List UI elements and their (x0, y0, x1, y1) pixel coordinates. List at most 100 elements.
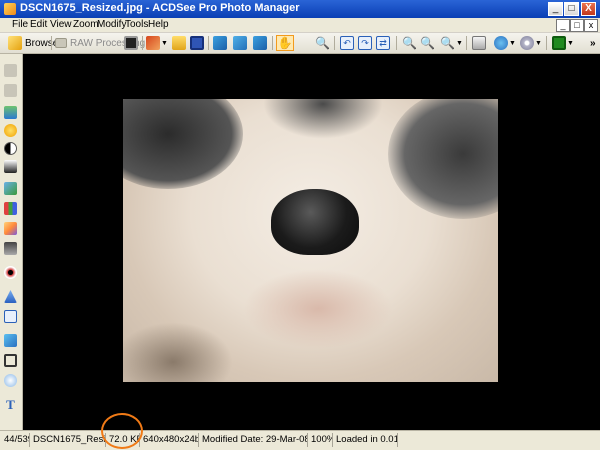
dropdown-arrow-icon: ▼ (535, 39, 542, 47)
mdi-close-button[interactable]: x (584, 19, 598, 32)
slideshow-button[interactable]: ▼ (552, 35, 574, 51)
levels-icon[interactable] (4, 160, 17, 173)
menu-bar: File Edit View Zoom Modify Tools Help _ … (0, 18, 600, 33)
title-bar: DSCN1675_Resized.jpg - ACDSee Pro Photo … (0, 0, 600, 18)
rotate-right-icon: ↷ (358, 36, 372, 50)
crop-icon[interactable] (4, 354, 17, 367)
undo-icon[interactable] (4, 64, 17, 77)
image-action-button[interactable] (233, 35, 247, 51)
rotate-icon[interactable] (4, 374, 17, 387)
menu-zoom[interactable]: Zoom (73, 18, 99, 32)
printer-icon (472, 36, 486, 50)
image-viewer[interactable] (23, 54, 600, 430)
print-button[interactable] (472, 35, 486, 51)
toolbar-separator (51, 36, 52, 50)
dropdown-arrow-icon: ▼ (509, 39, 516, 47)
zoom-out-button[interactable]: 🔍 (420, 35, 435, 51)
menu-modify[interactable]: Modify (97, 18, 126, 32)
share-button[interactable]: ▼ (494, 35, 516, 51)
mdi-restore-button[interactable]: □ (570, 19, 584, 32)
disc-icon (520, 36, 534, 50)
rotate-left-button[interactable]: ↶ (340, 35, 354, 51)
fullscreen-icon (124, 36, 138, 50)
previous-image-button[interactable] (213, 35, 227, 51)
rotate-left-icon: ↶ (340, 36, 354, 50)
toolbar-overflow-button[interactable]: » (590, 35, 596, 51)
noise-icon[interactable] (4, 310, 17, 323)
toolbar: Browse RAW Processing ▼ ✋ 🔍 ↶ ↷ ⇄ 🔍 🔍 🔍 ▼… (0, 33, 600, 54)
toolbar-separator (334, 36, 335, 50)
photo-icon[interactable] (4, 182, 17, 195)
hand-icon: ✋ (277, 36, 293, 50)
browse-icon (8, 36, 22, 50)
app-icon (4, 3, 16, 15)
edit-tools-button[interactable]: ▼ (146, 35, 168, 51)
status-modified-date: Modified Date: 29-Mar-08 00:17:18 (202, 433, 308, 447)
dog-nose (271, 189, 359, 255)
window-title: DSCN1675_Resized.jpg - ACDSee Pro Photo … (20, 2, 300, 14)
maximize-button[interactable]: □ (564, 2, 579, 16)
next-image-button[interactable] (253, 35, 267, 51)
burn-disc-button[interactable]: ▼ (520, 35, 542, 51)
status-filename: DSCN1675_Resized.jpg (33, 433, 106, 447)
image-action-icon (233, 36, 247, 50)
fullscreen-button[interactable] (124, 35, 138, 51)
color-balance-icon[interactable] (4, 202, 17, 215)
browse-label: Browse (25, 37, 59, 49)
edit-brush-icon (146, 36, 160, 50)
save-disk-icon (190, 36, 204, 50)
status-zoom: 100% (311, 433, 333, 447)
dropdown-arrow-icon: ▼ (161, 39, 168, 47)
mdi-minimize-button[interactable]: _ (556, 19, 570, 32)
save-button[interactable] (190, 35, 204, 51)
menu-edit[interactable]: Edit (30, 18, 47, 32)
grayscale-icon[interactable] (4, 242, 17, 255)
filesize-highlight-circle (101, 413, 143, 449)
previous-image-icon (213, 36, 227, 50)
image-position: 44/539 (2, 433, 30, 447)
magnifier-icon: 🔍 (315, 36, 330, 50)
folder-icon (172, 36, 186, 50)
flip-button[interactable]: ⇄ (376, 35, 390, 51)
status-bar: 44/539 DSCN1675_Resized.jpg 72.0 KB 640x… (0, 430, 600, 450)
zoom-tool-button[interactable]: 🔍 (315, 35, 330, 51)
contrast-icon[interactable] (4, 142, 17, 155)
red-eye-icon[interactable] (4, 266, 17, 279)
exposure-icon[interactable] (4, 124, 17, 137)
zoom-menu-button[interactable]: 🔍 ▼ (440, 35, 463, 51)
toolbar-separator (142, 36, 143, 50)
menu-file[interactable]: File (12, 18, 28, 32)
tool-palette: T (0, 54, 23, 430)
toolbar-separator (272, 36, 273, 50)
menu-help[interactable]: Help (148, 18, 169, 32)
image-edit-icon[interactable] (4, 106, 17, 119)
toolbar-separator (208, 36, 209, 50)
dropdown-arrow-icon: ▼ (455, 39, 463, 47)
close-button[interactable]: X (581, 2, 596, 16)
menu-tools[interactable]: Tools (125, 18, 148, 32)
toolbar-separator (396, 36, 397, 50)
zoom-out-icon: 🔍 (420, 36, 435, 50)
status-load-time: Loaded in 0.01 s (336, 433, 398, 447)
redo-icon[interactable] (4, 84, 17, 97)
zoom-menu-icon: 🔍 (440, 36, 455, 50)
toolbar-separator (546, 36, 547, 50)
rotate-right-button[interactable]: ↷ (358, 35, 372, 51)
minimize-button[interactable]: _ (548, 2, 563, 16)
zoom-in-button[interactable]: 🔍 (402, 35, 417, 51)
sharpen-icon[interactable] (4, 290, 17, 303)
share-icon (494, 36, 508, 50)
dropdown-arrow-icon: ▼ (567, 39, 574, 47)
status-dimensions: 640x480x24b jpeg (143, 433, 199, 447)
menu-view[interactable]: View (50, 18, 72, 32)
toolbar-separator (466, 36, 467, 50)
raw-icon (55, 38, 67, 48)
resize-icon[interactable] (4, 334, 17, 347)
color-icon[interactable] (4, 222, 17, 235)
next-image-icon (253, 36, 267, 50)
hand-tool-button[interactable]: ✋ (276, 35, 294, 51)
slideshow-icon (552, 36, 566, 50)
open-button[interactable] (172, 35, 186, 51)
puppy-photo (123, 99, 498, 382)
text-tool-icon[interactable]: T (4, 398, 17, 411)
